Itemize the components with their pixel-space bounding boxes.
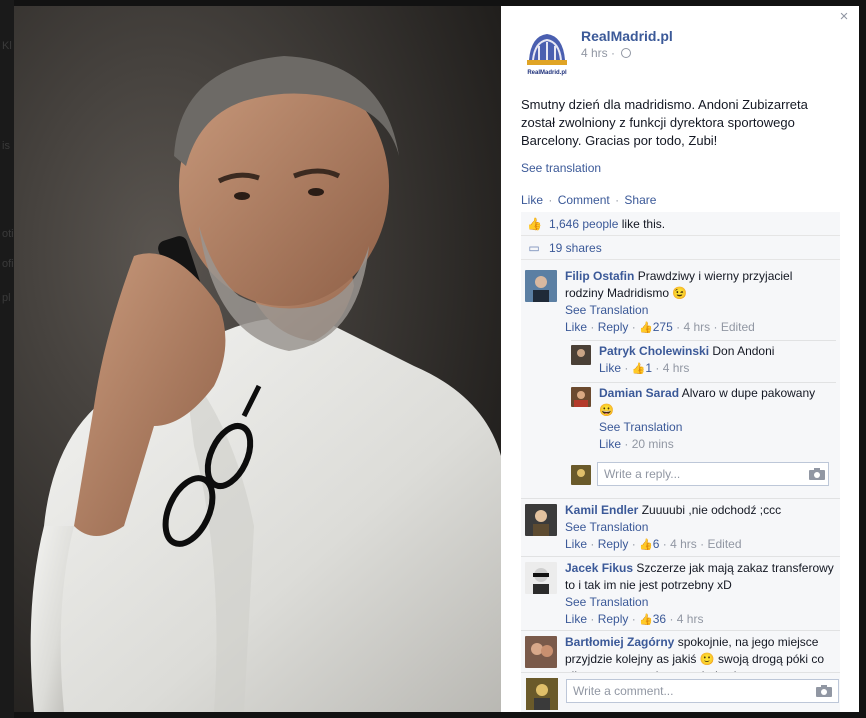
- reply-time[interactable]: 4 hrs: [663, 361, 690, 375]
- likes-row: 👍 1,646 people like this.: [521, 212, 840, 236]
- thumbs-up-icon: 👍: [639, 614, 653, 626]
- see-translation-link[interactable]: See Translation: [565, 302, 834, 319]
- divider: [521, 498, 840, 499]
- photo-illustration: [14, 6, 501, 712]
- background-fragment: pl: [2, 292, 11, 304]
- edited-label[interactable]: Edited: [707, 537, 741, 551]
- comment-like-button[interactable]: Like: [565, 612, 587, 626]
- post-text: Smutny dzień dla madridismo. Andoni Zubi…: [521, 97, 808, 148]
- comment-like-button[interactable]: Like: [565, 320, 587, 334]
- comment-author[interactable]: Jacek Fikus: [565, 561, 633, 575]
- comment: Kamil Endler Zuuuubi ,nie odchodź ;ccc S…: [525, 502, 836, 558]
- comment-text: Zuuuubi ,nie odchodź ;ccc: [641, 503, 782, 517]
- shares-link[interactable]: 19 shares: [549, 241, 602, 255]
- logo-text: RealMadrid.pl: [527, 70, 567, 76]
- post-meta: 4 hrs ·: [581, 46, 632, 60]
- divider: [521, 630, 840, 631]
- post-actions: Like · Comment · Share: [521, 193, 657, 207]
- comment-author[interactable]: Kamil Endler: [565, 503, 638, 517]
- comment-input[interactable]: [566, 679, 839, 703]
- page-name-link[interactable]: RealMadrid.pl: [581, 28, 673, 44]
- reply-author[interactable]: Patryk Cholewinski: [599, 344, 709, 358]
- see-translation-link[interactable]: See translation: [521, 161, 601, 175]
- share-icon: ▭: [528, 240, 540, 255]
- comment-actions: Like · Reply · 👍275 · 4 hrs · Edited: [565, 319, 834, 337]
- comment-actions: Like · Reply · 👍6 · 4 hrs · Edited: [565, 536, 834, 554]
- comment-time[interactable]: 4 hrs: [670, 537, 697, 551]
- globe-icon: [621, 48, 632, 58]
- divider: [521, 556, 840, 557]
- avatar[interactable]: [571, 387, 591, 407]
- post-header: RealMadrid.pl RealMadrid.pl 4 hrs ·: [521, 26, 841, 86]
- post-time[interactable]: 4 hrs: [581, 46, 608, 60]
- camera-icon[interactable]: [809, 468, 825, 480]
- avatar: [526, 678, 558, 710]
- reply-input[interactable]: [597, 462, 829, 486]
- reply-time[interactable]: 20 mins: [632, 437, 674, 451]
- thumbs-up-icon: 👍: [639, 322, 653, 334]
- reply-author[interactable]: Damian Sarad: [599, 386, 679, 400]
- comment-time[interactable]: 4 hrs: [677, 612, 704, 626]
- comment-likes-count[interactable]: 6: [653, 537, 660, 551]
- background-strip: [0, 0, 14, 718]
- background-fragment: Kl: [2, 40, 12, 52]
- comment-author[interactable]: Filip Ostafin: [565, 269, 634, 283]
- share-button[interactable]: Share: [624, 193, 656, 207]
- comment-likes-count[interactable]: 275: [653, 320, 673, 334]
- reply-text: Don Andoni: [712, 344, 775, 358]
- reply-actions: Like · 20 mins: [599, 437, 674, 451]
- reply-like-button[interactable]: Like: [599, 361, 621, 375]
- see-translation-link[interactable]: See Translation: [599, 419, 834, 436]
- close-icon[interactable]: ×: [837, 9, 851, 24]
- reply-actions: Like · 👍1 · 4 hrs: [599, 360, 834, 378]
- comment-reply-button[interactable]: Reply: [598, 537, 629, 551]
- comment-reply-button[interactable]: Reply: [598, 612, 629, 626]
- comment-actions: Like · Reply · 👍36 · 4 hrs: [565, 611, 834, 629]
- avatar[interactable]: [525, 504, 557, 536]
- comment-like-button[interactable]: Like: [565, 537, 587, 551]
- see-translation-link[interactable]: See Translation: [565, 519, 834, 536]
- thumbs-up-icon: 👍: [639, 539, 653, 551]
- see-translation-link[interactable]: See Translation: [565, 594, 834, 611]
- reply-like-button[interactable]: Like: [599, 437, 621, 451]
- thumbs-up-icon: 👍: [631, 363, 646, 375]
- wink-emoji-icon: 😉: [672, 286, 688, 300]
- avatar: [571, 465, 591, 485]
- thumbs-up-icon: 👍: [527, 216, 542, 231]
- shares-row: ▭ 19 shares: [521, 236, 840, 260]
- reply: Patryk Cholewinski Don Andoni Like · 👍1 …: [571, 340, 836, 380]
- avatar[interactable]: [525, 636, 557, 668]
- comment-author[interactable]: Bartłomiej Zagórny: [565, 635, 674, 649]
- smile-emoji-icon: 🙂: [699, 652, 715, 666]
- camera-icon[interactable]: [816, 685, 832, 697]
- comment-time[interactable]: 4 hrs: [683, 320, 710, 334]
- comment-likes-count[interactable]: 36: [653, 612, 666, 626]
- comments-section: 👍 1,646 people like this. ▭ 19 shares Fi…: [521, 212, 840, 672]
- reply: Damian Sarad Alvaro w dupe pakowany 😀 Se…: [571, 382, 836, 458]
- comment-button[interactable]: Comment: [558, 193, 610, 207]
- edited-label[interactable]: Edited: [721, 320, 755, 334]
- comment: Jacek Fikus Szczerze jak mają zakaz tran…: [525, 560, 836, 632]
- avatar[interactable]: [571, 345, 591, 365]
- comment: Filip Ostafin Prawdziwy i wierny przyjac…: [525, 268, 836, 498]
- post-photo[interactable]: [14, 6, 501, 712]
- reply-composer: [571, 462, 833, 488]
- likes-suffix: like this.: [621, 216, 666, 231]
- reply-likes-count[interactable]: 1: [645, 361, 652, 375]
- background-fragment: is: [2, 140, 10, 152]
- comment: Bartłomiej Zagórny spokojnie, na jego mi…: [525, 634, 836, 672]
- comment-composer: [521, 672, 840, 712]
- reply-text: Alvaro w dupe pakowany: [681, 386, 816, 400]
- avatar[interactable]: [525, 270, 557, 302]
- page-logo[interactable]: RealMadrid.pl: [521, 26, 573, 78]
- like-button[interactable]: Like: [521, 193, 543, 207]
- post-side-panel: × RealMadrid.pl RealMadrid.pl 4 hrs · Sm…: [501, 6, 859, 712]
- comment-reply-button[interactable]: Reply: [598, 320, 629, 334]
- grin-emoji-icon: 😀: [599, 403, 614, 417]
- avatar[interactable]: [525, 562, 557, 594]
- likes-count-link[interactable]: 1,646 people: [549, 217, 618, 231]
